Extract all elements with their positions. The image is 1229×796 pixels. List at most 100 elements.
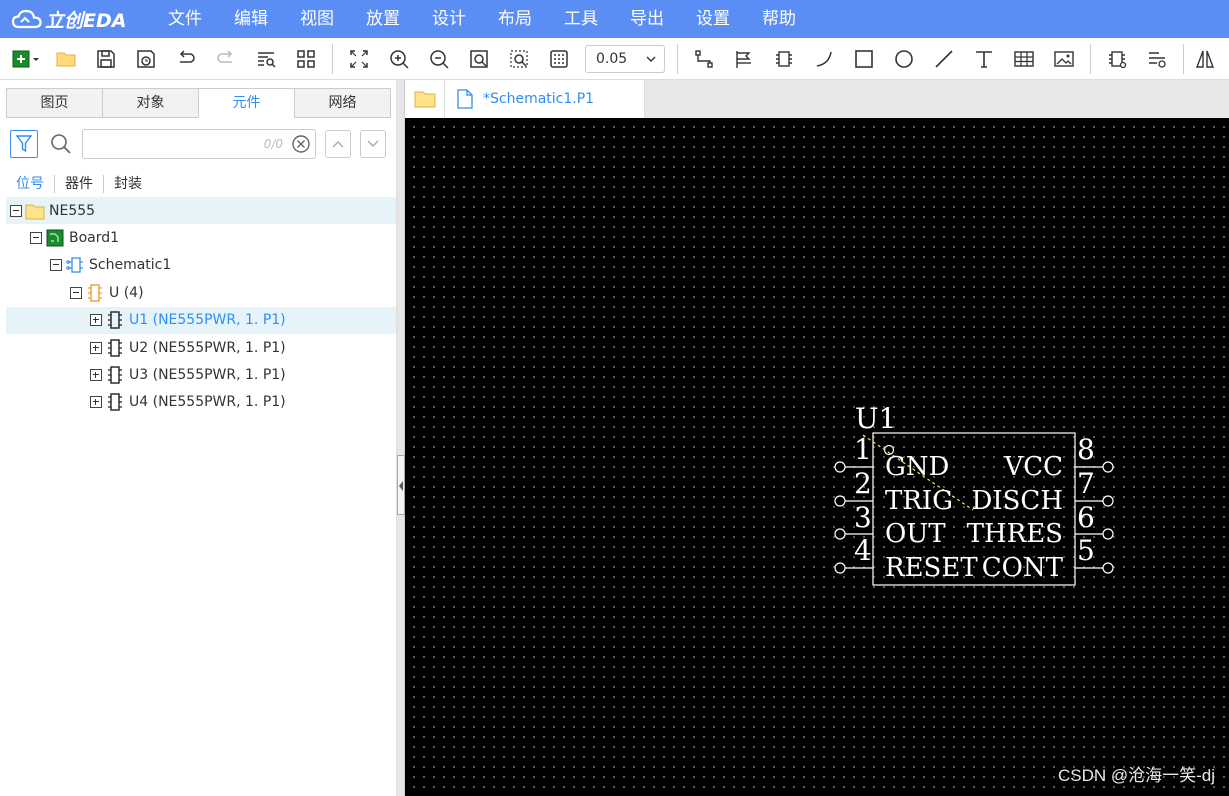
line-tool-button[interactable] (924, 38, 964, 80)
menu-edit[interactable]: 编辑 (218, 0, 284, 38)
pin-number: 7 (1077, 467, 1095, 500)
arc-icon (816, 51, 832, 67)
rectangle-tool-button[interactable] (844, 38, 884, 80)
tree-item-component-group[interactable]: U (4) (6, 279, 396, 306)
clear-search-icon[interactable] (291, 134, 311, 154)
next-result-button[interactable] (360, 130, 386, 158)
undo-button[interactable] (166, 38, 206, 80)
menu-help[interactable]: 帮助 (746, 0, 812, 38)
pin-number: 2 (854, 467, 872, 500)
folder-icon (56, 52, 76, 66)
grid-toggle-button[interactable] (539, 38, 579, 80)
pin-name: VCC (1003, 452, 1063, 482)
previous-result-button[interactable] (325, 130, 351, 158)
circle-tool-button[interactable] (884, 38, 924, 80)
expand-toggle[interactable] (90, 341, 102, 354)
align-tool-button[interactable] (1137, 38, 1177, 80)
tree-item-project[interactable]: NE555 (6, 197, 396, 225)
left-panel: 图页 对象 元件 网络 0/0 位号 器件 封装 NE555 Board1 Sc… (0, 80, 397, 796)
pin-endpoint[interactable] (1102, 461, 1114, 473)
pin-endpoint[interactable] (834, 495, 846, 507)
tree-item-component[interactable]: U4 (NE555PWR, 1. P1) (6, 389, 396, 416)
menu-tools[interactable]: 工具 (548, 0, 614, 38)
text-tool-button[interactable] (964, 38, 1004, 80)
menu-design[interactable]: 设计 (416, 0, 482, 38)
grid-size-select[interactable]: 0.05 (585, 44, 665, 73)
menu-view[interactable]: 视图 (284, 0, 350, 38)
zoom-selection-button[interactable] (499, 38, 539, 80)
collapse-toggle[interactable] (50, 259, 62, 272)
new-project-button[interactable] (6, 38, 46, 80)
component-designator[interactable]: U1 (855, 402, 896, 435)
tree-item-component[interactable]: U1 (NE555PWR, 1. P1) (6, 306, 396, 334)
subtab-designator[interactable]: 位号 (6, 175, 55, 193)
open-folder-button[interactable] (46, 38, 86, 80)
image-tool-button[interactable] (1044, 38, 1084, 80)
place-chip-button[interactable] (764, 38, 804, 80)
panel-splitter[interactable] (397, 80, 405, 796)
pin-endpoint[interactable] (1102, 495, 1114, 507)
tree-item-component[interactable]: U3 (NE555PWR, 1. P1) (6, 361, 396, 388)
chip-icon (105, 310, 125, 330)
document-tab-title: *Schematic1.P1 (483, 91, 595, 107)
collapse-panel-handle[interactable] (397, 455, 405, 515)
mirror-button[interactable] (1190, 38, 1220, 80)
symbol-wizard-button[interactable] (1097, 38, 1137, 80)
mirror-icon (1195, 50, 1215, 68)
expand-toggle[interactable] (90, 369, 102, 382)
find-button[interactable] (246, 38, 286, 80)
menu-file[interactable]: 文件 (152, 0, 218, 38)
zoom-area-button[interactable] (459, 38, 499, 80)
schematic-canvas[interactable]: U1 1 2 3 4 8 7 6 5 GND TRIG OUT RESET VC… (405, 118, 1229, 796)
save-version-button[interactable] (126, 38, 166, 80)
zoom-in-button[interactable] (379, 38, 419, 80)
tab-objects[interactable]: 对象 (102, 88, 198, 118)
filter-button[interactable] (10, 130, 38, 158)
menu-export[interactable]: 导出 (614, 0, 680, 38)
undo-icon (179, 49, 195, 63)
save-clock-icon (137, 49, 155, 68)
menu-settings[interactable]: 设置 (680, 0, 746, 38)
pin-name: RESET (885, 553, 978, 583)
tree-item-schematic[interactable]: Schematic1 (6, 252, 396, 279)
zoom-out-button[interactable] (419, 38, 459, 80)
table-tool-button[interactable] (1004, 38, 1044, 80)
subtab-footprint[interactable]: 封装 (104, 175, 152, 193)
pin-name: CONT (982, 553, 1064, 583)
collapse-toggle[interactable] (70, 286, 82, 299)
save-button[interactable] (86, 38, 126, 80)
folder-icon (25, 201, 45, 221)
tree-item-component[interactable]: U2 (NE555PWR, 1. P1) (6, 334, 396, 361)
wire-icon (695, 49, 713, 68)
pin-endpoint[interactable] (834, 528, 846, 540)
search-input[interactable]: 0/0 (82, 129, 316, 159)
subtab-device[interactable]: 器件 (55, 175, 104, 193)
redo-button[interactable] (206, 38, 246, 80)
project-folder-button[interactable] (405, 80, 445, 118)
tab-components[interactable]: 元件 (198, 88, 294, 118)
tab-pages[interactable]: 图页 (6, 88, 102, 118)
zoom-selection-icon (510, 49, 528, 68)
net-label-button[interactable] (724, 38, 764, 80)
pin-endpoint[interactable] (834, 461, 846, 473)
pin-endpoint[interactable] (834, 562, 846, 574)
tab-schematic-document[interactable]: *Schematic1.P1 (445, 80, 645, 118)
wire-tool-button[interactable] (684, 38, 724, 80)
pin-endpoint[interactable] (1102, 528, 1114, 540)
expand-toggle[interactable] (90, 396, 102, 409)
tab-nets[interactable]: 网络 (294, 88, 391, 118)
components-grid-button[interactable] (286, 38, 326, 80)
fit-view-button[interactable] (339, 38, 379, 80)
collapse-toggle[interactable] (30, 232, 42, 245)
app-logo[interactable]: 立创EDA (0, 6, 152, 33)
arc-tool-button[interactable] (804, 38, 844, 80)
collapse-toggle[interactable] (10, 204, 22, 217)
save-icon (97, 49, 115, 68)
tree-item-board[interactable]: Board1 (6, 224, 396, 251)
search-icon[interactable] (50, 133, 72, 155)
expand-toggle[interactable] (90, 314, 102, 327)
pin-endpoint[interactable] (1102, 562, 1114, 574)
menu-layout[interactable]: 布局 (482, 0, 548, 38)
menu-place[interactable]: 放置 (350, 0, 416, 38)
board-icon (45, 228, 65, 248)
